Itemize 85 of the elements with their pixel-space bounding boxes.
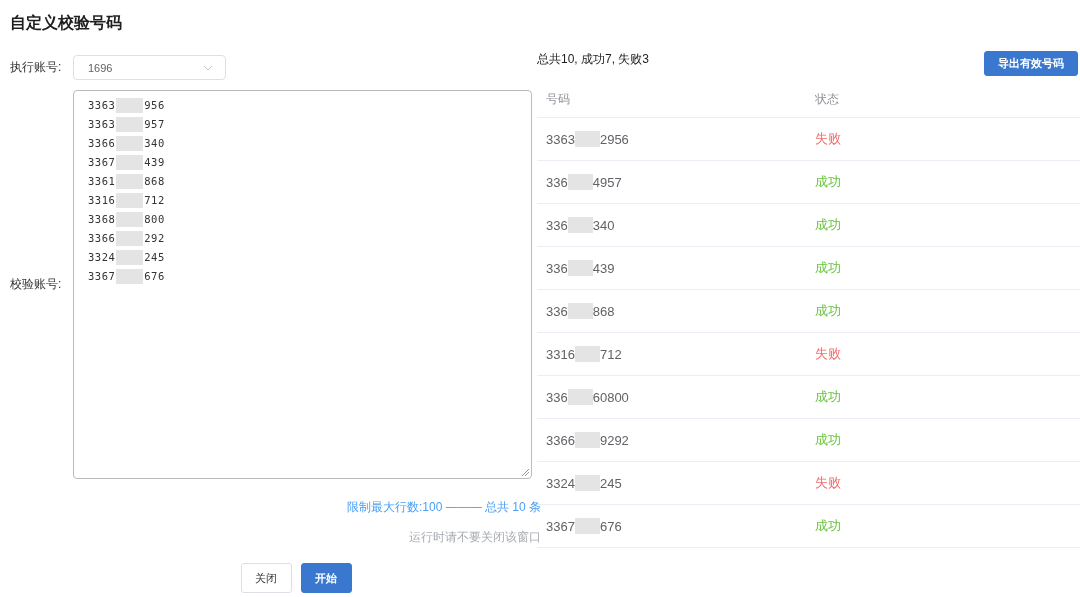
resize-handle-icon[interactable] (522, 469, 529, 476)
number-text: 2956 (599, 131, 629, 147)
status-text: 成功 (815, 259, 842, 277)
number-text: 712 (599, 346, 622, 362)
number-text: 712 (144, 193, 165, 208)
number-text: 336 (546, 389, 568, 405)
number-text: 3324 (88, 250, 116, 265)
blurred-patch (567, 389, 593, 405)
number-text: 3361 (88, 174, 116, 189)
status-text: 成功 (815, 388, 842, 406)
blurred-patch (574, 131, 600, 147)
number-text: 956 (144, 98, 165, 113)
number-text: 9292 (599, 432, 629, 448)
textarea-field[interactable]: 3363 956 3363 957 3366 340 3367 439 3361 868 3316 712 3368 800 3366 292 3324 245 3367 676 (73, 90, 532, 479)
blurred-patch (116, 155, 144, 170)
number-text: 336 (546, 303, 568, 319)
number-text: 245 (144, 250, 165, 265)
field-label: 执行账号: (10, 59, 63, 76)
status-text: 成功 (815, 173, 842, 191)
number-text: 60800 (592, 389, 629, 405)
number-text: 3363 (88, 98, 116, 113)
blurred-patch (567, 217, 593, 233)
number-text: 957 (144, 117, 165, 132)
number-text: 245 (599, 475, 622, 491)
status-text: 失败 (815, 474, 842, 492)
blurred-patch (116, 231, 144, 246)
blurred-patch (116, 117, 144, 132)
blurred-patch (116, 212, 144, 227)
number-text: 868 (144, 174, 165, 189)
limit-hint: 限制最大行数:100 ——— 总共 10 条 (346, 499, 541, 516)
number-text: 439 (592, 260, 615, 276)
blurred-patch (116, 136, 144, 151)
number-text: 3363 (546, 131, 575, 147)
account-select[interactable]: 1696 (73, 55, 226, 80)
blurred-patch (116, 98, 144, 113)
blurred-patch (567, 303, 593, 319)
field-label: 校验账号: (10, 276, 63, 293)
number-text: 3366 (88, 136, 116, 151)
number-text: 336 (546, 174, 568, 190)
blurred-patch (116, 269, 144, 284)
blurred-patch (116, 174, 144, 189)
run-hint: 运行时请不要关闭该窗口 (409, 529, 541, 546)
blurred-patch (116, 193, 144, 208)
number-text: 340 (144, 136, 165, 151)
number-text: 3366 (546, 432, 575, 448)
blurred-patch (574, 346, 600, 362)
close-button[interactable]: 关闭 (240, 563, 292, 593)
chevron-down-icon (203, 64, 213, 71)
summary-text: 总共10, 成功7, 失败3 (537, 51, 650, 68)
blurred-patch (574, 432, 600, 448)
number-text: 3367 (88, 155, 116, 170)
status-text: 失败 (815, 345, 842, 363)
number-text: 868 (592, 303, 615, 319)
status-text: 成功 (815, 431, 842, 449)
number-text: 336 (546, 260, 568, 276)
number-text: 3367 (546, 518, 575, 534)
number-text: 3363 (88, 117, 116, 132)
column-header: 号码 (546, 90, 571, 108)
number-text: 336 (546, 217, 568, 233)
blurred-patch (574, 518, 600, 534)
number-text: 3366 (88, 231, 116, 246)
status-text: 成功 (815, 517, 842, 535)
number-text: 800 (144, 212, 165, 227)
number-text: 3324 (546, 475, 575, 491)
status-text: 成功 (815, 302, 842, 320)
blurred-patch (116, 250, 144, 265)
column-header: 状态 (815, 90, 840, 108)
dialog-title: 自定义校验号码 (10, 13, 123, 33)
number-text: 3367 (88, 269, 116, 284)
number-text: 439 (144, 155, 165, 170)
number-text: 4957 (592, 174, 622, 190)
number-text: 3316 (546, 346, 575, 362)
number-text: 292 (144, 231, 165, 246)
export-button[interactable]: 导出有效号码 (984, 51, 1078, 76)
number-text: 3368 (88, 212, 116, 227)
number-text: 676 (599, 518, 622, 534)
number-text: 3316 (88, 193, 116, 208)
number-text: 676 (144, 269, 165, 284)
status-text: 成功 (815, 216, 842, 234)
blurred-patch (574, 475, 600, 491)
blurred-patch (567, 174, 593, 190)
status-text: 失败 (815, 130, 842, 148)
number-text: 340 (592, 217, 615, 233)
start-button[interactable]: 开始 (300, 563, 352, 593)
blurred-patch (567, 260, 593, 276)
